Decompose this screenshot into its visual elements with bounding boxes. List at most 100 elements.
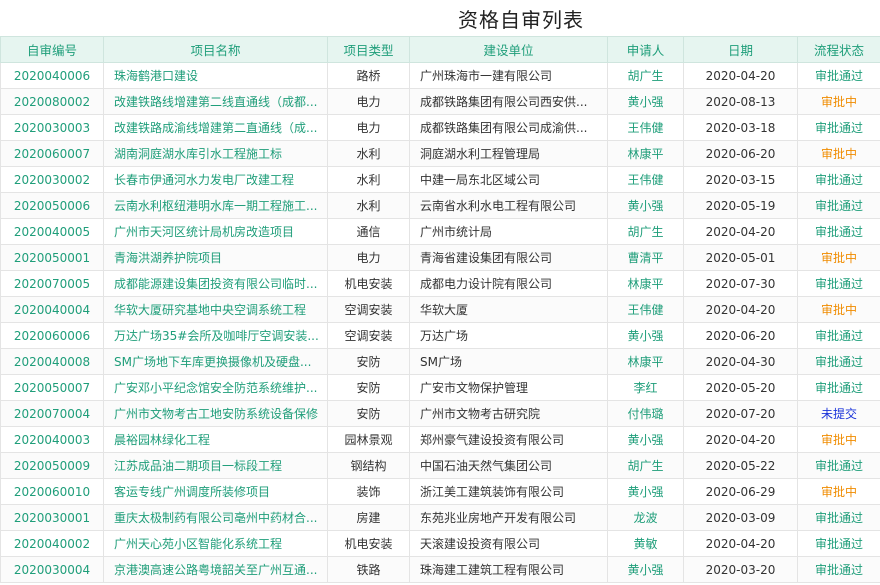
record-code-link[interactable]: 2020060007 <box>0 140 104 167</box>
table-row[interactable]: 2020070004 广州市文物考古工地安防系统设备保修 安防 广州市文物考古研究院付… <box>0 400 880 427</box>
column-header-date[interactable]: 日期 <box>683 36 798 63</box>
record-code-link[interactable]: 2020040008 <box>0 348 104 375</box>
project-name-link[interactable]: 云南水利枢纽港明水库一期工程施工... <box>103 192 328 219</box>
record-code-link[interactable]: 2020030001 <box>0 504 104 531</box>
project-type-cell: 电力 <box>327 88 410 115</box>
project-name-link[interactable]: 广州市天河区统计局机房改造项目 <box>103 218 328 245</box>
table-row[interactable]: 2020060007 湖南洞庭湖水库引水工程施工标 水利 洞庭湖水利工程管理局 林康平 2… <box>0 140 880 167</box>
table-row[interactable]: 2020060006 万达广场35#会所及咖啡厅空调安装... 空调安装 万达广场 黄小… <box>0 322 880 349</box>
project-name-link[interactable]: 改建铁路线增建第二线直通线（成都... <box>103 88 328 115</box>
project-name-link[interactable]: 江苏成品油二期项目一标段工程 <box>103 452 328 479</box>
column-header-construction-unit[interactable]: 建设单位 <box>409 36 608 63</box>
project-name-link[interactable]: 湖南洞庭湖水库引水工程施工标 <box>103 140 328 167</box>
record-code-link[interactable]: 2020050007 <box>0 374 104 401</box>
project-name-link[interactable]: 万达广场35#会所及咖啡厅空调安装... <box>103 322 328 349</box>
status-cell: 审批中 <box>797 426 880 453</box>
column-header-code[interactable]: 自审编号 <box>0 36 104 63</box>
table-body: 2020040006 珠海鹤港口建设 路桥 广州珠海市一建有限公司 胡广生 2020-04… <box>0 62 880 583</box>
table-row[interactable]: 2020040008 SM广场地下车库更换摄像机及硬盘... 安防 SM广场 林康平 20… <box>0 348 880 375</box>
project-name-link[interactable]: 京港澳高速公路粤境韶关至广州互通... <box>103 556 328 583</box>
table-row[interactable]: 2020030001 重庆太极制药有限公司亳州中药材合... 房建 东苑兆业房地产开发… <box>0 504 880 531</box>
project-name-link[interactable]: 改建铁路成渝线增建第二直通线（成... <box>103 114 328 141</box>
construction-unit-cell: 珠海建工建筑工程有限公司 <box>409 556 608 583</box>
record-code-link[interactable]: 2020040002 <box>0 530 104 557</box>
table-row[interactable]: 2020030002 长春市伊通河水力发电厂改建工程 水利 中建一局东北区域公司 王伟健… <box>0 166 880 193</box>
table-row[interactable]: 2020040006 珠海鹤港口建设 路桥 广州珠海市一建有限公司 胡广生 2020-04… <box>0 62 880 89</box>
record-code-link[interactable]: 2020060010 <box>0 478 104 505</box>
record-code-link[interactable]: 2020030004 <box>0 556 104 583</box>
applicant-cell: 黄小强 <box>607 426 684 453</box>
applicant-cell: 王伟健 <box>607 166 684 193</box>
status-cell: 未提交 <box>797 400 880 427</box>
project-name-link[interactable]: 华软大厦研究基地中央空调系统工程 <box>103 296 328 323</box>
project-name-link[interactable]: 长春市伊通河水力发电厂改建工程 <box>103 166 328 193</box>
project-name-link[interactable]: 重庆太极制药有限公司亳州中药材合... <box>103 504 328 531</box>
project-name-link[interactable]: 青海洪湖养护院项目 <box>103 244 328 271</box>
status-cell: 审批通过 <box>797 192 880 219</box>
project-type-cell: 铁路 <box>327 556 410 583</box>
record-code-link[interactable]: 2020050009 <box>0 452 104 479</box>
table-row[interactable]: 2020040004 华软大厦研究基地中央空调系统工程 空调安装 华软大厦 王伟健 202… <box>0 296 880 323</box>
record-code-link[interactable]: 2020040004 <box>0 296 104 323</box>
date-cell: 2020-07-30 <box>683 270 798 297</box>
status-cell: 审批中 <box>797 88 880 115</box>
table-row[interactable]: 2020060010 客运专线广州调度所装修项目 装饰 浙江美工建筑装饰有限公司 黄小强… <box>0 478 880 505</box>
status-cell: 审批通过 <box>797 374 880 401</box>
table-row[interactable]: 2020050006 云南水利枢纽港明水库一期工程施工... 水利 云南省水利水电工程… <box>0 192 880 219</box>
record-code-link[interactable]: 2020080002 <box>0 88 104 115</box>
date-cell: 2020-06-29 <box>683 478 798 505</box>
project-name-link[interactable]: 广州天心苑小区智能化系统工程 <box>103 530 328 557</box>
table-row[interactable]: 2020050007 广安邓小平纪念馆安全防范系统维护... 安防 广安市文物保护管理… <box>0 374 880 401</box>
date-cell: 2020-04-20 <box>683 426 798 453</box>
project-type-cell: 空调安装 <box>327 296 410 323</box>
record-code-link[interactable]: 2020030003 <box>0 114 104 141</box>
table-row[interactable]: 2020050001 青海洪湖养护院项目 电力 青海省建设集团有限公司 曹清平 2020-… <box>0 244 880 271</box>
column-header-project-name[interactable]: 项目名称 <box>103 36 328 63</box>
construction-unit-cell: 广州市文物考古研究院 <box>409 400 608 427</box>
applicant-cell: 黄小强 <box>607 556 684 583</box>
table-row[interactable]: 2020040005 广州市天河区统计局机房改造项目 通信 广州市统计局 胡广生 2020… <box>0 218 880 245</box>
construction-unit-cell: 成都铁路集团有限公司西安供... <box>409 88 608 115</box>
date-cell: 2020-05-20 <box>683 374 798 401</box>
table-row[interactable]: 2020080002 改建铁路线增建第二线直通线（成都... 电力 成都铁路集团有限公… <box>0 88 880 115</box>
project-name-link[interactable]: SM广场地下车库更换摄像机及硬盘... <box>103 348 328 375</box>
status-cell: 审批通过 <box>797 348 880 375</box>
construction-unit-cell: 洞庭湖水利工程管理局 <box>409 140 608 167</box>
column-header-status[interactable]: 流程状态 <box>797 36 880 63</box>
date-cell: 2020-04-20 <box>683 530 798 557</box>
record-code-link[interactable]: 2020030002 <box>0 166 104 193</box>
column-header-applicant[interactable]: 申请人 <box>607 36 684 63</box>
construction-unit-cell: 万达广场 <box>409 322 608 349</box>
date-cell: 2020-04-20 <box>683 62 798 89</box>
table-row[interactable]: 2020070005 成都能源建设集团投资有限公司临时... 机电安装 成都电力设计院… <box>0 270 880 297</box>
record-code-link[interactable]: 2020040003 <box>0 426 104 453</box>
record-code-link[interactable]: 2020040006 <box>0 62 104 89</box>
project-type-cell: 路桥 <box>327 62 410 89</box>
construction-unit-cell: 云南省水利水电工程有限公司 <box>409 192 608 219</box>
record-code-link[interactable]: 2020050001 <box>0 244 104 271</box>
project-name-link[interactable]: 珠海鹤港口建设 <box>103 62 328 89</box>
record-code-link[interactable]: 2020040005 <box>0 218 104 245</box>
table-row[interactable]: 2020040002 广州天心苑小区智能化系统工程 机电安装 天滚建设投资有限公司 黄敏… <box>0 530 880 557</box>
table-row[interactable]: 2020030003 改建铁路成渝线增建第二直通线（成... 电力 成都铁路集团有限公… <box>0 114 880 141</box>
column-header-project-type[interactable]: 项目类型 <box>327 36 410 63</box>
record-code-link[interactable]: 2020050006 <box>0 192 104 219</box>
project-type-cell: 钢结构 <box>327 452 410 479</box>
table-row[interactable]: 2020050009 江苏成品油二期项目一标段工程 钢结构 中国石油天然气集团公司 胡广… <box>0 452 880 479</box>
project-type-cell: 园林景观 <box>327 426 410 453</box>
project-name-link[interactable]: 广州市文物考古工地安防系统设备保修 <box>103 400 328 427</box>
date-cell: 2020-03-18 <box>683 114 798 141</box>
project-name-link[interactable]: 广安邓小平纪念馆安全防范系统维护... <box>103 374 328 401</box>
applicant-cell: 曹清平 <box>607 244 684 271</box>
record-code-link[interactable]: 2020070004 <box>0 400 104 427</box>
project-name-link[interactable]: 成都能源建设集团投资有限公司临时... <box>103 270 328 297</box>
table-row[interactable]: 2020030004 京港澳高速公路粤境韶关至广州互通... 铁路 珠海建工建筑工程有… <box>0 556 880 583</box>
project-name-link[interactable]: 客运专线广州调度所装修项目 <box>103 478 328 505</box>
status-cell: 审批通过 <box>797 504 880 531</box>
project-type-cell: 房建 <box>327 504 410 531</box>
title-bar: 资格自审列表 <box>0 0 880 36</box>
table-row[interactable]: 2020040003 晨裕园林绿化工程 园林景观 郑州豪气建设投资有限公司 黄小强 202… <box>0 426 880 453</box>
record-code-link[interactable]: 2020070005 <box>0 270 104 297</box>
project-name-link[interactable]: 晨裕园林绿化工程 <box>103 426 328 453</box>
record-code-link[interactable]: 2020060006 <box>0 322 104 349</box>
